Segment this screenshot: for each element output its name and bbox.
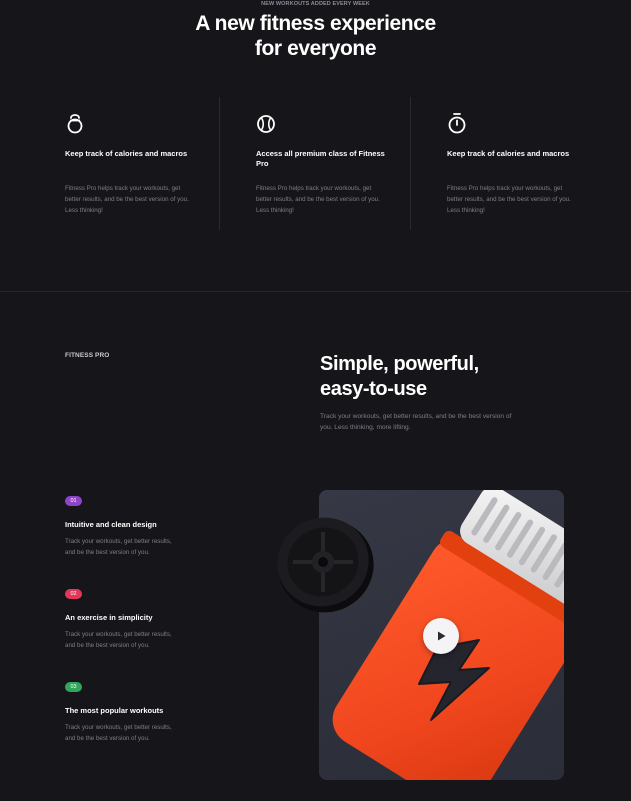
feature-title: Keep track of calories and macros — [447, 149, 570, 158]
hero-title-line-1: A new fitness experience — [195, 12, 436, 35]
list-item: 01 Intuitive and clean design Track your… — [65, 489, 185, 558]
feature-description: Fitness Pro helps track your workouts, g… — [256, 185, 380, 214]
feature-card-premium: Access all premium class of Fitness Pro … — [219, 97, 410, 230]
section-title: Simple, powerful, easy-to-use — [320, 352, 479, 402]
item-description: Track your workouts, get better results,… — [65, 724, 172, 742]
item-title: Intuitive and clean design — [65, 520, 157, 529]
kettlebell-icon — [67, 114, 83, 134]
list-item: 03 The most popular workouts Track your … — [65, 675, 185, 744]
item-description: Track your workouts, get better results,… — [65, 631, 172, 649]
section-description: Track your workouts, get better results,… — [320, 413, 512, 431]
feature-card-calories: Keep track of calories and macros Fitnes… — [28, 97, 219, 230]
feature-title: Access all premium class of Fitness Pro — [256, 149, 385, 168]
section-title-line-1: Simple, powerful, — [320, 353, 479, 375]
feature-description: Fitness Pro helps track your workouts, g… — [447, 185, 571, 214]
item-title: The most popular workouts — [65, 706, 164, 715]
hero-title: A new fitness experience for everyone — [0, 11, 631, 61]
item-title: An exercise in simplicity — [65, 613, 153, 622]
feature-title: Keep track of calories and macros — [65, 149, 188, 158]
hero-eyebrow: NEW WORKOUTS ADDED EVERY WEEK — [261, 1, 370, 7]
hero-title-line-2: for everyone — [254, 37, 377, 60]
list-item: 02 An exercise in simplicity Track your … — [65, 582, 185, 651]
item-description: Track your workouts, get better results,… — [65, 538, 172, 556]
brand-label: FITNESS PRO — [65, 352, 110, 359]
weight-plate-image — [277, 517, 374, 613]
stopwatch-icon — [448, 113, 466, 134]
section-divider — [0, 291, 631, 292]
step-badge: 03 — [65, 682, 82, 692]
play-button[interactable] — [423, 618, 459, 654]
ball-icon — [257, 115, 275, 133]
step-badge: 02 — [65, 589, 82, 599]
section-title-line-2: easy-to-use — [320, 378, 427, 400]
step-badge: 01 — [65, 496, 82, 506]
feature-card-macros: Keep track of calories and macros Fitnes… — [410, 97, 601, 230]
play-icon — [438, 631, 446, 641]
feature-description: Fitness Pro helps track your workouts, g… — [65, 185, 189, 214]
